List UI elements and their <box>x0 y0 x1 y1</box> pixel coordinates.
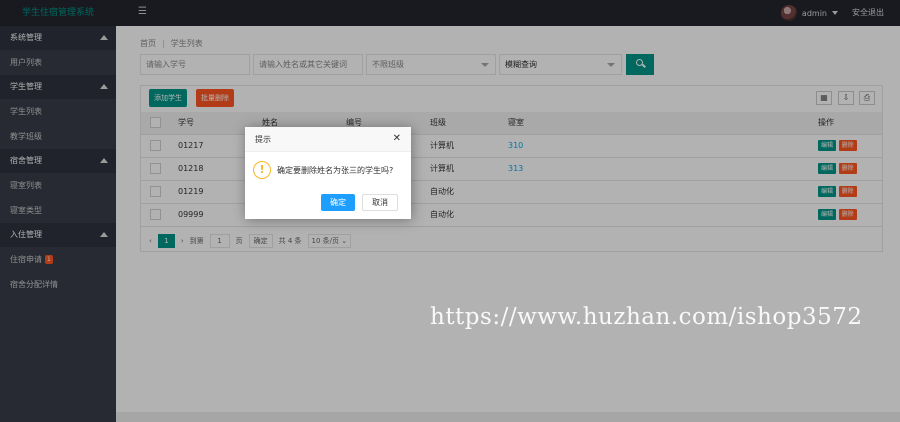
confirm-dialog: 提示 ✕ ! 确定要删除姓名为张三的学生吗? 确定 取消 <box>245 127 411 219</box>
dialog-title: 提示 <box>245 127 411 152</box>
watermark-text: https://www.huzhan.com/ishop3572 <box>430 304 863 330</box>
cancel-button[interactable]: 取消 <box>362 194 398 211</box>
warning-icon: ! <box>253 161 271 179</box>
dialog-body: ! 确定要删除姓名为张三的学生吗? <box>253 161 393 179</box>
confirm-button[interactable]: 确定 <box>321 194 355 211</box>
dialog-message: 确定要删除姓名为张三的学生吗? <box>277 165 394 175</box>
close-icon[interactable]: ✕ <box>393 134 401 144</box>
modal-overlay[interactable] <box>0 0 900 422</box>
